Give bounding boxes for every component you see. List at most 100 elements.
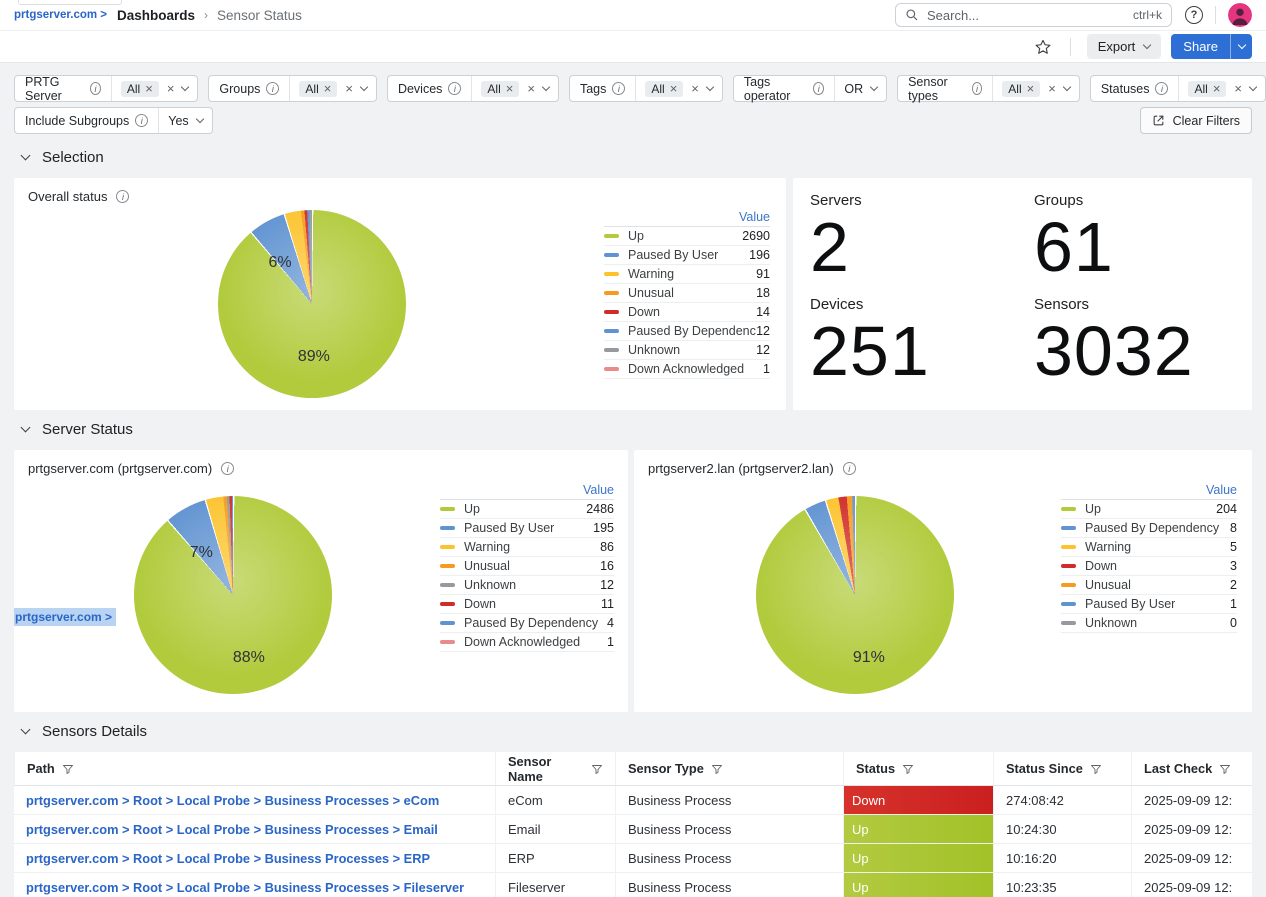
sensor-path-link[interactable]: prtgserver.com > Root > Local Probe > Bu… bbox=[26, 822, 438, 837]
legend-value-header[interactable]: Value bbox=[604, 208, 770, 227]
sensor-path-link[interactable]: prtgserver.com > Root > Local Probe > Bu… bbox=[26, 793, 439, 808]
clear-filters-button[interactable]: Clear Filters bbox=[1140, 107, 1252, 134]
clear-filter-icon[interactable] bbox=[1048, 82, 1056, 96]
clear-filter-icon[interactable] bbox=[691, 82, 699, 96]
table-row[interactable]: prtgserver.com > Root > Local Probe > Bu… bbox=[14, 873, 1252, 897]
legend-row[interactable]: Down Acknowledged 1 bbox=[604, 360, 770, 379]
legend-row[interactable]: Up 2486 bbox=[440, 500, 614, 519]
legend-row[interactable]: Paused By Dependency 4 bbox=[440, 614, 614, 633]
filter-value-tag[interactable]: All bbox=[645, 81, 683, 97]
legend-row[interactable]: Unusual 16 bbox=[440, 557, 614, 576]
filter-value-area[interactable]: All bbox=[472, 76, 558, 101]
help-icon[interactable] bbox=[1185, 6, 1203, 24]
legend-row[interactable]: Up 2690 bbox=[604, 227, 770, 246]
remove-tag-icon[interactable] bbox=[145, 82, 153, 96]
section-selection[interactable]: Selection bbox=[22, 149, 104, 166]
legend-row[interactable]: Paused By User 195 bbox=[440, 519, 614, 538]
filter-chip[interactable]: Groups All bbox=[208, 75, 377, 102]
collapse-chevron-icon[interactable] bbox=[21, 423, 31, 433]
filter-value-area[interactable]: All bbox=[290, 76, 376, 101]
filter-chip[interactable]: Devices All bbox=[387, 75, 559, 102]
server1-drilldown-link[interactable]: prtgserver.com > bbox=[14, 608, 116, 626]
legend-row[interactable]: Down 11 bbox=[440, 595, 614, 614]
section-server-status[interactable]: Server Status bbox=[22, 421, 133, 438]
filter-funnel-icon[interactable] bbox=[591, 763, 603, 775]
filter-value-tag[interactable]: All bbox=[1002, 81, 1040, 97]
filter-chip[interactable]: Statuses All bbox=[1090, 75, 1266, 102]
share-dropdown-button[interactable] bbox=[1230, 34, 1252, 59]
clear-filter-icon[interactable] bbox=[345, 82, 353, 96]
breadcrumb-server-link[interactable]: prtgserver.com > bbox=[14, 9, 107, 21]
table-column-header[interactable]: Status bbox=[843, 752, 993, 785]
table-row[interactable]: prtgserver.com > Root > Local Probe > Bu… bbox=[14, 844, 1252, 873]
table-row[interactable]: prtgserver.com > Root > Local Probe > Bu… bbox=[14, 815, 1252, 844]
legend-row[interactable]: Down Acknowledged 1 bbox=[440, 633, 614, 652]
info-icon[interactable] bbox=[116, 190, 129, 203]
legend-row[interactable]: Unusual 18 bbox=[604, 284, 770, 303]
filter-chip[interactable]: PRTG Server All bbox=[14, 75, 198, 102]
legend-row[interactable]: Up 204 bbox=[1061, 500, 1237, 519]
legend-row[interactable]: Down 3 bbox=[1061, 557, 1237, 576]
table-column-header[interactable]: Path bbox=[14, 752, 495, 785]
filter-funnel-icon[interactable] bbox=[1090, 763, 1102, 775]
search-input[interactable] bbox=[927, 8, 1125, 23]
chevron-down-icon[interactable] bbox=[195, 115, 203, 123]
remove-tag-icon[interactable] bbox=[670, 82, 678, 96]
legend-row[interactable]: Warning 86 bbox=[440, 538, 614, 557]
chevron-down-icon[interactable] bbox=[706, 83, 714, 91]
filter-chip[interactable]: Tags operator OR bbox=[733, 75, 887, 102]
chevron-down-icon[interactable] bbox=[542, 83, 550, 91]
server1-pie[interactable]: 88%7% bbox=[134, 496, 332, 694]
legend-value-header[interactable]: Value bbox=[440, 481, 614, 500]
favorite-star-icon[interactable] bbox=[1034, 38, 1052, 56]
search-box[interactable]: ctrl+k bbox=[895, 3, 1172, 27]
remove-tag-icon[interactable] bbox=[324, 82, 332, 96]
chevron-down-icon[interactable] bbox=[1249, 83, 1257, 91]
sensor-path-link[interactable]: prtgserver.com > Root > Local Probe > Bu… bbox=[26, 880, 464, 895]
chevron-down-icon[interactable] bbox=[181, 83, 189, 91]
legend-row[interactable]: Unknown 12 bbox=[604, 341, 770, 360]
filter-funnel-icon[interactable] bbox=[62, 763, 74, 775]
clear-filter-icon[interactable] bbox=[167, 82, 175, 96]
filter-value-area[interactable]: All bbox=[1179, 76, 1265, 101]
chevron-down-icon[interactable] bbox=[870, 83, 878, 91]
legend-row[interactable]: Paused By Dependency 8 bbox=[1061, 519, 1237, 538]
collapse-chevron-icon[interactable] bbox=[21, 151, 31, 161]
filter-value-tag[interactable]: All bbox=[481, 81, 519, 97]
clear-filter-icon[interactable] bbox=[1234, 82, 1242, 96]
server2-pie[interactable]: 91% bbox=[756, 496, 954, 694]
legend-row[interactable]: Unusual 2 bbox=[1061, 576, 1237, 595]
legend-row[interactable]: Down 14 bbox=[604, 303, 770, 322]
filter-value-tag[interactable]: All bbox=[299, 81, 337, 97]
table-column-header[interactable]: Last Check bbox=[1131, 752, 1252, 785]
collapse-chevron-icon[interactable] bbox=[21, 725, 31, 735]
legend-row[interactable]: Unknown 12 bbox=[440, 576, 614, 595]
filter-chip[interactable]: Include Subgroups Yes bbox=[14, 107, 213, 134]
filter-value-tag[interactable]: All bbox=[121, 81, 159, 97]
clear-filter-icon[interactable] bbox=[527, 82, 535, 96]
remove-tag-icon[interactable] bbox=[506, 82, 514, 96]
remove-tag-icon[interactable] bbox=[1213, 82, 1221, 96]
filter-funnel-icon[interactable] bbox=[902, 763, 914, 775]
breadcrumb-section[interactable]: Dashboards bbox=[117, 8, 195, 23]
filter-funnel-icon[interactable] bbox=[1219, 763, 1231, 775]
legend-row[interactable]: Unknown 0 bbox=[1061, 614, 1237, 633]
legend-row[interactable]: Paused By User 1 bbox=[1061, 595, 1237, 614]
share-button[interactable]: Share bbox=[1171, 34, 1252, 59]
info-icon[interactable] bbox=[843, 462, 856, 475]
filter-value-tag[interactable]: All bbox=[1188, 81, 1226, 97]
export-button[interactable]: Export bbox=[1087, 34, 1162, 59]
chevron-down-icon[interactable] bbox=[360, 83, 368, 91]
legend-row[interactable]: Paused By User 196 bbox=[604, 246, 770, 265]
avatar[interactable] bbox=[1228, 3, 1252, 27]
chevron-down-icon[interactable] bbox=[1063, 83, 1071, 91]
sensor-path-link[interactable]: prtgserver.com > Root > Local Probe > Bu… bbox=[26, 851, 430, 866]
filter-value-area[interactable]: Yes bbox=[159, 108, 211, 133]
filter-funnel-icon[interactable] bbox=[711, 763, 723, 775]
filter-value-area[interactable]: All bbox=[993, 76, 1079, 101]
filter-value-area[interactable]: OR bbox=[835, 76, 886, 101]
table-row[interactable]: prtgserver.com > Root > Local Probe > Bu… bbox=[14, 786, 1252, 815]
table-column-header[interactable]: Sensor Name bbox=[495, 752, 615, 785]
filter-chip[interactable]: Sensor types All bbox=[897, 75, 1080, 102]
remove-tag-icon[interactable] bbox=[1027, 82, 1035, 96]
